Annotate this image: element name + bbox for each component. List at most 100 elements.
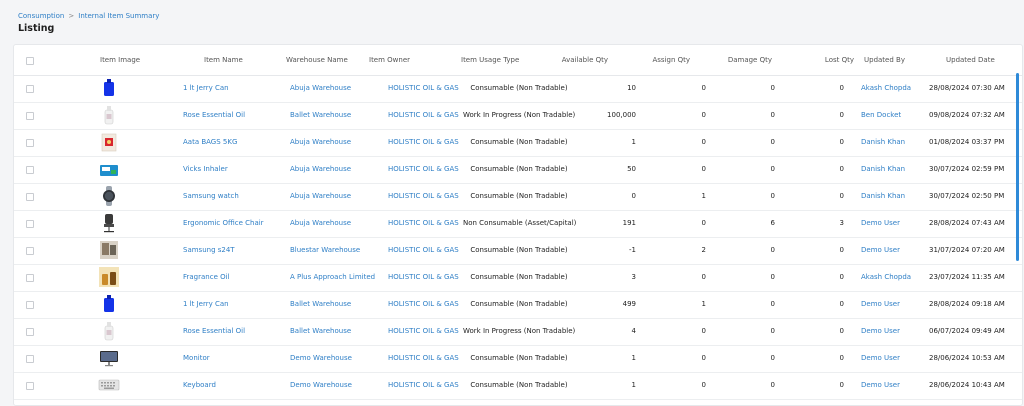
item-name-link[interactable]: Ergonomic Office Chair xyxy=(183,218,264,228)
col-updated-date[interactable]: Updated Date xyxy=(946,55,995,65)
blue-jerry-can-icon xyxy=(98,77,120,99)
available-qty: 191 xyxy=(622,219,636,227)
warehouse-name-link[interactable]: Abuja Warehouse xyxy=(290,218,351,228)
row-checkbox[interactable] xyxy=(26,247,34,255)
item-owner-link[interactable]: HOLISTIC OIL & GAS xyxy=(388,245,459,255)
item-usage-type: Non Consumable (Asset/Capital) xyxy=(463,219,577,227)
inhaler-box-icon xyxy=(98,158,120,180)
updated-by-link[interactable]: Danish Khan xyxy=(861,137,905,147)
updated-by-link[interactable]: Danish Khan xyxy=(861,164,905,174)
row-checkbox[interactable] xyxy=(26,274,34,282)
item-owner-link[interactable]: HOLISTIC OIL & GAS xyxy=(388,83,459,93)
lost-qty: 0 xyxy=(839,138,844,146)
table-row: Rose Essential Oil Ballet Warehouse HOLIST… xyxy=(14,102,1022,130)
warehouse-name-link[interactable]: Abuja Warehouse xyxy=(290,191,351,201)
item-usage-type: Work In Progress (Non Tradable) xyxy=(463,327,576,335)
item-owner-link[interactable]: HOLISTIC OIL & GAS xyxy=(388,326,459,336)
item-owner-link[interactable]: HOLISTIC OIL & GAS xyxy=(388,137,459,147)
item-name-link[interactable]: Rose Essential Oil xyxy=(183,326,245,336)
warehouse-name-link[interactable]: A Plus Approach Limited xyxy=(290,272,375,282)
warehouse-name-link[interactable]: Demo Warehouse xyxy=(290,380,352,390)
updated-by-link[interactable]: Demo User xyxy=(861,299,900,309)
row-checkbox[interactable] xyxy=(26,382,34,390)
item-owner-link[interactable]: HOLISTIC OIL & GAS xyxy=(388,191,459,201)
damage-qty: 0 xyxy=(770,192,775,200)
available-qty: 100,000 xyxy=(607,111,636,119)
col-warehouse-name[interactable]: Warehouse Name xyxy=(286,55,348,65)
assign-qty: 0 xyxy=(701,165,706,173)
row-checkbox[interactable] xyxy=(26,220,34,228)
row-checkbox[interactable] xyxy=(26,139,34,147)
col-assign-qty[interactable]: Assign Qty xyxy=(636,55,690,65)
updated-by-link[interactable]: Demo User xyxy=(861,326,900,336)
row-checkbox[interactable] xyxy=(26,328,34,336)
warehouse-name-link[interactable]: Abuja Warehouse xyxy=(290,83,351,93)
warehouse-name-link[interactable]: Bluestar Warehouse xyxy=(290,245,360,255)
col-item-owner[interactable]: Item Owner xyxy=(369,55,410,65)
col-item-image[interactable]: Item Image xyxy=(100,55,140,65)
lost-qty: 0 xyxy=(839,300,844,308)
warehouse-name-link[interactable]: Abuja Warehouse xyxy=(290,137,351,147)
table-row: Ergonomic Office Chair Abuja Warehouse HOL… xyxy=(14,210,1022,238)
col-lost-qty[interactable]: Lost Qty xyxy=(812,55,854,65)
warehouse-name-link[interactable]: Ballet Warehouse xyxy=(290,110,351,120)
available-qty: 1 xyxy=(631,138,636,146)
col-item-name[interactable]: Item Name xyxy=(204,55,243,65)
table-row: 1 lt Jerry Can Abuja Warehouse HOLISTIC OI… xyxy=(14,75,1022,103)
warehouse-name-link[interactable]: Abuja Warehouse xyxy=(290,164,351,174)
white-bottle-icon xyxy=(98,104,120,126)
breadcrumb-current[interactable]: Internal Item Summary xyxy=(78,12,159,20)
updated-by-link[interactable]: Demo User xyxy=(861,353,900,363)
item-owner-link[interactable]: HOLISTIC OIL & GAS xyxy=(388,380,459,390)
row-checkbox[interactable] xyxy=(26,355,34,363)
item-name-link[interactable]: 1 lt Jerry Can xyxy=(183,299,229,309)
item-name-link[interactable]: Aata BAGS 5KG xyxy=(183,137,237,147)
damage-qty: 0 xyxy=(770,381,775,389)
select-all-checkbox[interactable] xyxy=(26,57,34,65)
row-checkbox[interactable] xyxy=(26,166,34,174)
assign-qty: 1 xyxy=(701,192,706,200)
col-updated-by[interactable]: Updated By xyxy=(864,55,905,65)
updated-by-link[interactable]: Akash Chopda xyxy=(861,272,911,282)
updated-date: 31/07/2024 07:20 AM xyxy=(929,246,1005,254)
updated-date: 06/07/2024 09:49 AM xyxy=(929,327,1005,335)
updated-by-link[interactable]: Demo User xyxy=(861,380,900,390)
white-bottle-icon xyxy=(98,320,120,342)
col-item-usage-type[interactable]: Item Usage Type xyxy=(461,55,519,65)
item-name-link[interactable]: Monitor xyxy=(183,353,210,363)
row-checkbox[interactable] xyxy=(26,112,34,120)
updated-by-link[interactable]: Ben Docket xyxy=(861,110,901,120)
damage-qty: 0 xyxy=(770,300,775,308)
item-name-link[interactable]: Keyboard xyxy=(183,380,216,390)
item-owner-link[interactable]: HOLISTIC OIL & GAS xyxy=(388,353,459,363)
item-owner-link[interactable]: HOLISTIC OIL & GAS xyxy=(388,218,459,228)
item-name-link[interactable]: Samsung watch xyxy=(183,191,239,201)
col-damage-qty[interactable]: Damage Qty xyxy=(714,55,772,65)
item-owner-link[interactable]: HOLISTIC OIL & GAS xyxy=(388,272,459,282)
warehouse-name-link[interactable]: Ballet Warehouse xyxy=(290,299,351,309)
warehouse-name-link[interactable]: Ballet Warehouse xyxy=(290,326,351,336)
updated-by-link[interactable]: Demo User xyxy=(861,245,900,255)
col-available-qty[interactable]: Available Qty xyxy=(546,55,608,65)
row-checkbox[interactable] xyxy=(26,193,34,201)
breadcrumb: Consumption > Internal Item Summary xyxy=(18,12,159,20)
item-name-link[interactable]: Fragrance Oil xyxy=(183,272,230,282)
row-checkbox[interactable] xyxy=(26,301,34,309)
item-name-link[interactable]: Rose Essential Oil xyxy=(183,110,245,120)
item-name-link[interactable]: 1 lt Jerry Can xyxy=(183,83,229,93)
item-owner-link[interactable]: HOLISTIC OIL & GAS xyxy=(388,164,459,174)
updated-by-link[interactable]: Demo User xyxy=(861,218,900,228)
warehouse-name-link[interactable]: Demo Warehouse xyxy=(290,353,352,363)
item-name-link[interactable]: Vicks Inhaler xyxy=(183,164,228,174)
row-checkbox[interactable] xyxy=(26,85,34,93)
breadcrumb-parent-link[interactable]: Consumption xyxy=(18,12,64,20)
assign-qty: 0 xyxy=(701,111,706,119)
available-qty: -1 xyxy=(629,246,636,254)
updated-by-link[interactable]: Danish Khan xyxy=(861,191,905,201)
item-owner-link[interactable]: HOLISTIC OIL & GAS xyxy=(388,110,459,120)
vertical-scrollbar[interactable] xyxy=(1016,73,1019,261)
updated-by-link[interactable]: Akash Chopda xyxy=(861,83,911,93)
item-name-link[interactable]: Samsung s24T xyxy=(183,245,235,255)
breadcrumb-separator: > xyxy=(68,12,75,20)
item-owner-link[interactable]: HOLISTIC OIL & GAS xyxy=(388,299,459,309)
